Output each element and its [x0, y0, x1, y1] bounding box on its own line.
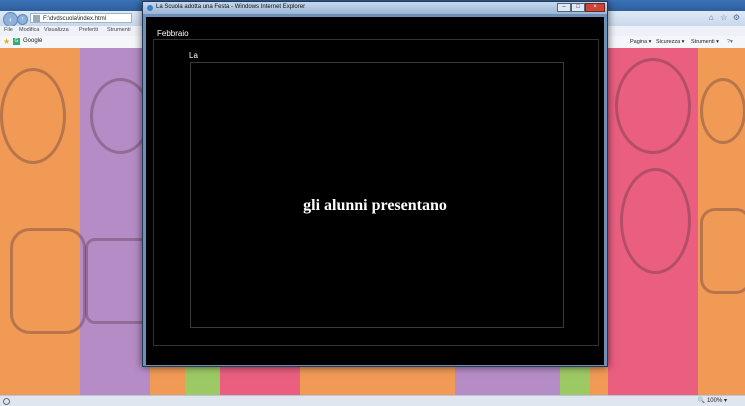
menu-visualizza[interactable]: Visualizza — [44, 27, 69, 33]
menu-modifica[interactable]: Modifica — [19, 27, 39, 33]
favorites-star-icon[interactable]: ★ — [3, 37, 10, 47]
cmd-sicurezza-label: Sicurezza — [656, 39, 681, 45]
zoom-value: 100% — [706, 398, 723, 404]
google-icon: G — [13, 38, 20, 45]
background-doodle — [10, 228, 86, 334]
background-doodle — [620, 168, 691, 274]
page-icon — [33, 15, 40, 22]
cmd-strumenti-label: Strumenti — [691, 39, 715, 45]
home-icon[interactable]: ⌂ — [707, 13, 716, 22]
menu-file[interactable]: File — [4, 27, 13, 33]
cmd-pagina-label: Pagina — [630, 39, 648, 45]
browser-corner-icons: ⌂ ☆ ⚙ — [705, 13, 741, 22]
help-icon[interactable]: ?▾ — [727, 37, 733, 47]
background-doodle — [615, 58, 691, 154]
slide-top-text: La — [189, 51, 198, 60]
browser-status-bar: 🔍 100% ▾ — [0, 395, 745, 406]
internet-explorer-icon — [147, 5, 153, 11]
background-doodle — [700, 208, 745, 294]
menu-preferiti[interactable]: Preferiti — [79, 27, 98, 33]
loading-icon — [3, 398, 10, 405]
minimize-button[interactable]: – — [557, 3, 571, 12]
slide-headline: gli alunni presentano — [303, 197, 447, 214]
favorites-google-link[interactable]: Google — [23, 38, 42, 44]
background-doodle — [0, 68, 66, 164]
zoom-level[interactable]: 🔍 100% ▾ — [698, 397, 727, 404]
address-url: F:\dvdscuola\index.html — [43, 16, 107, 22]
menu-strumenti[interactable]: Strumenti — [107, 27, 131, 33]
background-doodle — [700, 78, 745, 144]
maximize-button[interactable]: □ — [571, 3, 585, 12]
cmd-strumenti[interactable]: Strumenti ▾ — [691, 37, 719, 47]
popup-titlebar[interactable]: La Scuola adotta una Festa - Windows Int… — [143, 2, 607, 14]
popup-title: La Scuola adotta una Festa - Windows Int… — [156, 4, 306, 10]
cmd-pagina[interactable]: Pagina ▾ — [630, 37, 651, 47]
forward-arrow-icon[interactable]: › — [17, 14, 28, 25]
close-button[interactable]: × — [585, 3, 605, 12]
cmd-sicurezza[interactable]: Sicurezza ▾ — [656, 37, 684, 47]
inner-frame — [190, 62, 564, 328]
favorites-star-icon[interactable]: ☆ — [719, 13, 728, 22]
address-bar[interactable]: F:\dvdscuola\index.html — [30, 13, 132, 23]
month-label: Febbraio — [157, 29, 189, 38]
tools-gear-icon[interactable]: ⚙ — [732, 13, 741, 22]
back-arrow-icon[interactable]: ‹ — [3, 12, 18, 27]
popup-window: La Scuola adotta una Festa - Windows Int… — [142, 1, 608, 367]
slideshow-area: Febbraio La gli alunni presentano — [146, 17, 604, 365]
